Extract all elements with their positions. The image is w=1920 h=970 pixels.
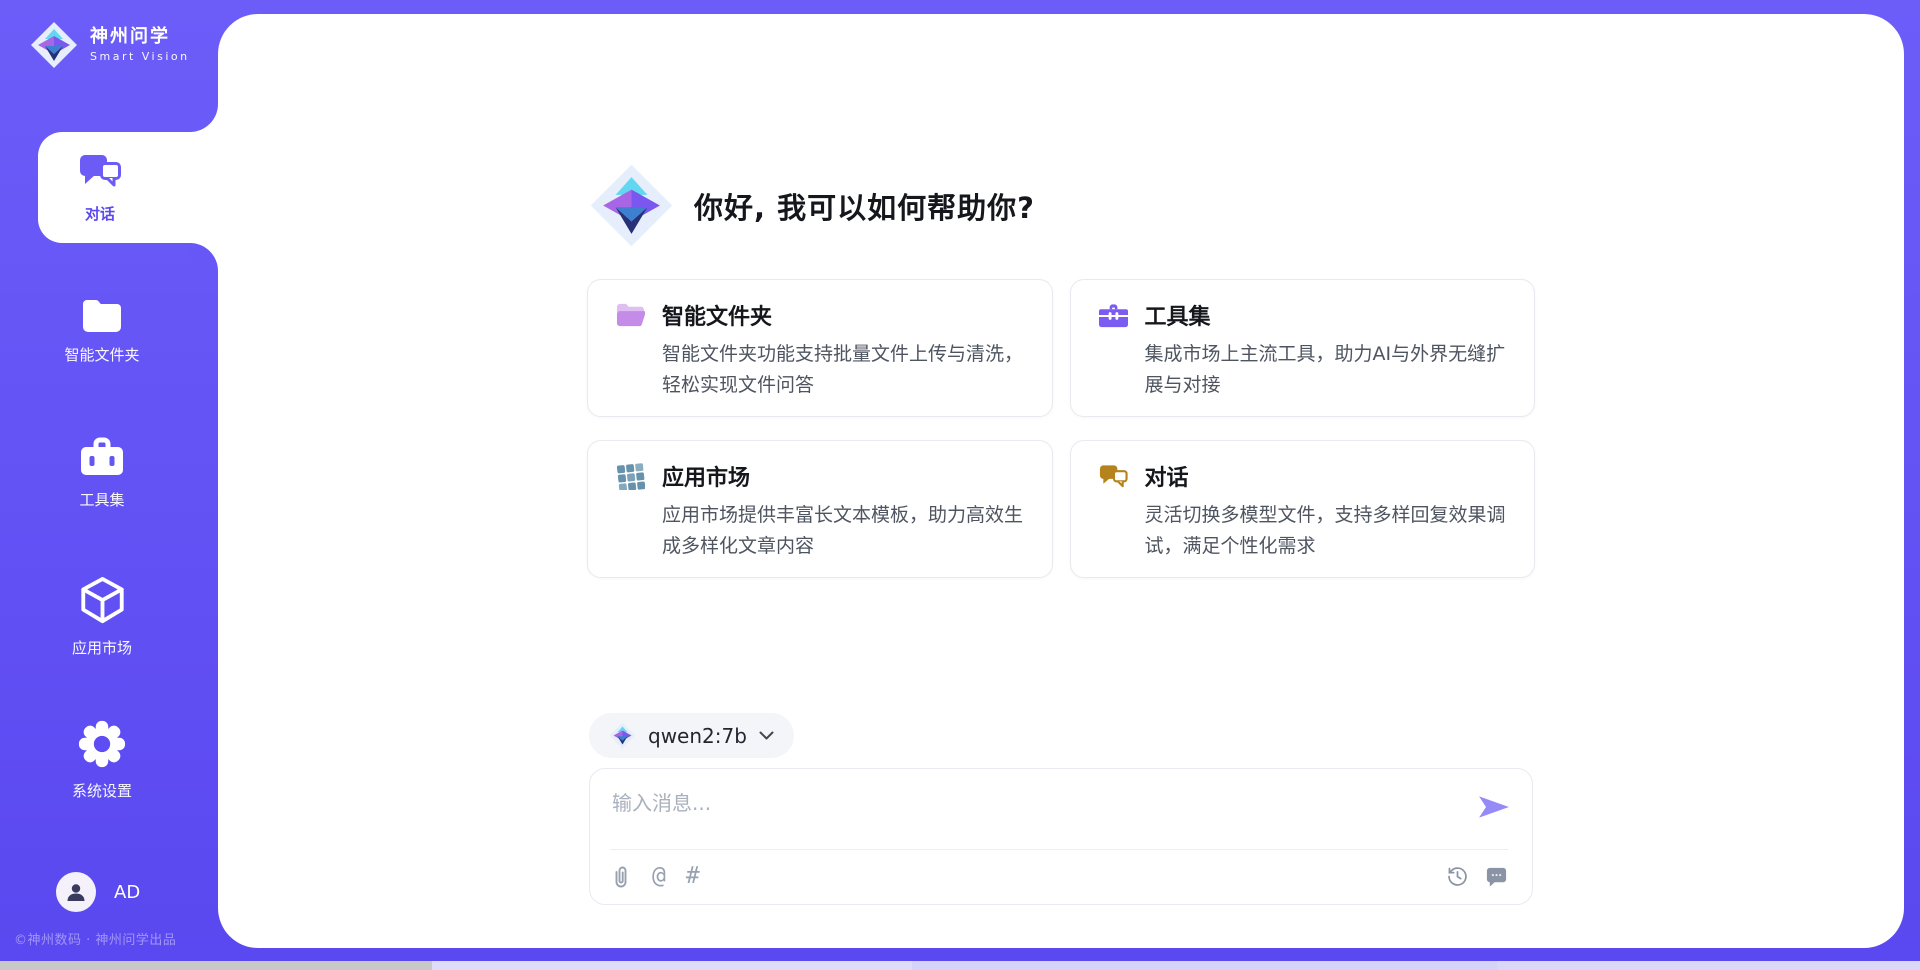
sidebar-item-label: 系统设置 [72, 780, 132, 801]
model-selector[interactable]: qwen2:7b [589, 713, 794, 758]
brand-gem-icon [589, 163, 674, 248]
tab-curve-top [190, 104, 218, 132]
greeting-block: 你好, 我可以如何帮助你? [589, 163, 1533, 248]
sidebar-nav: 对话 智能文件夹 工具集 [0, 132, 218, 847]
flex-spacer [218, 578, 1904, 713]
app-logo: 神州问学 Smart Vision [30, 20, 190, 70]
sidebar-item-label: 对话 [85, 203, 115, 224]
chevron-down-icon [759, 731, 774, 740]
chat-icon [78, 152, 122, 192]
gear-icon [77, 719, 127, 769]
sidebar-item-label: 工具集 [79, 489, 124, 510]
user-account[interactable]: AD [56, 872, 140, 912]
card-title: 应用市场 [662, 460, 750, 492]
at-icon: @ [652, 865, 666, 888]
person-icon [64, 880, 88, 904]
card-title: 对话 [1145, 460, 1189, 492]
toolbox-icon [79, 437, 125, 478]
brand-gem-icon [609, 722, 636, 749]
mention-button[interactable]: @ [652, 865, 666, 888]
card-description: 灵活切换多模型文件，支持多样回复效果调试，满足个性化需求 [1145, 500, 1507, 562]
send-button[interactable] [1478, 795, 1510, 819]
avatar [56, 872, 96, 912]
card-description: 集成市场上主流工具，助力AI与外界无缝扩展与对接 [1145, 339, 1507, 401]
attach-button[interactable] [610, 865, 632, 889]
card-toolset[interactable]: 工具集 集成市场上主流工具，助力AI与外界无缝扩展与对接 [1070, 279, 1536, 417]
card-smart-folder[interactable]: 智能文件夹 智能文件夹功能支持批量文件上传与清洗，轻松实现文件问答 [587, 279, 1053, 417]
brand-gem-icon [30, 20, 78, 70]
new-chat-button[interactable] [1485, 865, 1508, 888]
sidebar-item-settings[interactable]: 系统设置 [0, 704, 204, 815]
copyright-text: ©神州数码 · 神州问学出品 [14, 929, 176, 948]
cube-icon [79, 576, 126, 626]
paperclip-icon [610, 865, 632, 889]
chat-bubble-icon [1485, 865, 1508, 888]
model-name: qwen2:7b [648, 724, 747, 748]
main-panel: 你好, 我可以如何帮助你? 智能文件夹 智能文件夹功能支持批量文件上传与清洗，轻… [218, 14, 1904, 948]
brand-name: 神州问学 [90, 27, 190, 47]
feature-cards: 智能文件夹 智能文件夹功能支持批量文件上传与清洗，轻松实现文件问答 工具集 集成… [587, 279, 1535, 578]
grid-icon [616, 463, 645, 490]
sidebar-item-toolset[interactable]: 工具集 [0, 418, 204, 529]
message-composer: @ # [589, 768, 1533, 905]
user-name: AD [114, 882, 140, 903]
greeting-title: 你好, 我可以如何帮助你? [694, 185, 1035, 227]
card-description: 应用市场提供丰富长文本模板，助力高效生成多样化文章内容 [662, 500, 1024, 562]
sidebar-item-app-market[interactable]: 应用市场 [0, 561, 204, 672]
history-icon [1446, 865, 1469, 888]
composer-toolbar: @ # [610, 849, 1508, 904]
message-input[interactable] [610, 785, 1470, 841]
history-button[interactable] [1446, 865, 1469, 888]
hash-icon: # [686, 865, 700, 888]
sidebar-item-label: 智能文件夹 [64, 344, 139, 365]
folder-icon [81, 297, 123, 333]
sidebar: 神州问学 Smart Vision 对话 智能文件夹 [0, 0, 218, 970]
tab-curve-bottom [190, 243, 218, 271]
card-title: 智能文件夹 [662, 299, 772, 331]
topic-button[interactable]: # [686, 865, 700, 888]
toolbox-icon [1099, 302, 1128, 329]
chat-icon [1099, 463, 1128, 490]
card-app-market[interactable]: 应用市场 应用市场提供丰富长文本模板，助力高效生成多样化文章内容 [587, 440, 1053, 578]
screen-bottom-edge [0, 961, 1920, 970]
composer-area: qwen2:7b [589, 713, 1533, 905]
folder-open-icon [616, 302, 645, 329]
brand-subtitle: Smart Vision [90, 50, 190, 63]
card-title: 工具集 [1145, 299, 1211, 331]
send-icon [1478, 795, 1510, 819]
card-chat[interactable]: 对话 灵活切换多模型文件，支持多样回复效果调试，满足个性化需求 [1070, 440, 1536, 578]
sidebar-item-smart-folder[interactable]: 智能文件夹 [0, 275, 204, 386]
card-description: 智能文件夹功能支持批量文件上传与清洗，轻松实现文件问答 [662, 339, 1024, 401]
sidebar-item-chat[interactable]: 对话 [38, 132, 218, 243]
sidebar-item-label: 应用市场 [72, 637, 132, 658]
